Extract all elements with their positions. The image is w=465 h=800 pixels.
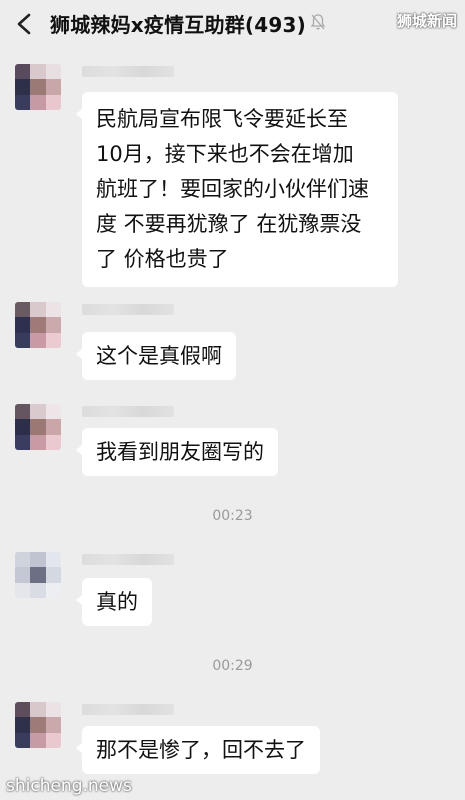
message-text: 真的 bbox=[96, 590, 138, 614]
message-bubble[interactable]: 这个是真假啊 bbox=[76, 332, 236, 380]
timestamp: 00:23 bbox=[212, 508, 253, 524]
message-bubble[interactable]: 那不是惨了，回不去了 bbox=[76, 726, 320, 774]
message-bubble[interactable]: 民航局宣布限飞令要延长至 10月，接下来也不会在增加 航班了！要回家的小伙伴们速… bbox=[76, 92, 398, 287]
message-text-line: 民航局宣布限飞令要延长至 bbox=[96, 107, 348, 131]
sender-name-blurred bbox=[82, 304, 174, 315]
message-text-line: 10月，接下来也不会在增加 bbox=[96, 142, 354, 166]
message-bubble[interactable]: 真的 bbox=[76, 578, 152, 626]
avatar[interactable] bbox=[15, 64, 61, 110]
sender-name-blurred bbox=[82, 554, 174, 565]
avatar[interactable] bbox=[15, 404, 61, 450]
message-text-line: 了 价格也贵了 bbox=[96, 247, 229, 271]
message-text: 那不是惨了，回不去了 bbox=[96, 738, 306, 762]
sender-name-blurred bbox=[82, 66, 174, 77]
timestamp: 00:29 bbox=[212, 658, 253, 674]
muted-bell-icon bbox=[310, 14, 326, 30]
message-text-line: 度 不要再犹豫了 在犹豫票没 bbox=[96, 212, 362, 236]
sender-name-blurred bbox=[82, 406, 174, 417]
avatar[interactable] bbox=[15, 552, 61, 598]
site-watermark: shicheng.news bbox=[6, 776, 132, 796]
message-text: 这个是真假啊 bbox=[96, 344, 222, 368]
avatar[interactable] bbox=[15, 702, 61, 748]
sender-name-blurred bbox=[82, 704, 174, 715]
brand-watermark: 狮城新闻 bbox=[396, 12, 457, 30]
message-text: 我看到朋友圈写的 bbox=[96, 440, 264, 464]
back-arrow-icon[interactable] bbox=[14, 12, 36, 36]
message-text-line: 航班了！要回家的小伙伴们速 bbox=[96, 177, 369, 201]
avatar[interactable] bbox=[15, 302, 61, 348]
message-bubble[interactable]: 我看到朋友圈写的 bbox=[76, 428, 278, 476]
chat-title: 狮城辣妈x疫情互助群(493) bbox=[50, 13, 306, 37]
chat-header: 狮城辣妈x疫情互助群(493) 狮城新闻 bbox=[0, 0, 465, 48]
